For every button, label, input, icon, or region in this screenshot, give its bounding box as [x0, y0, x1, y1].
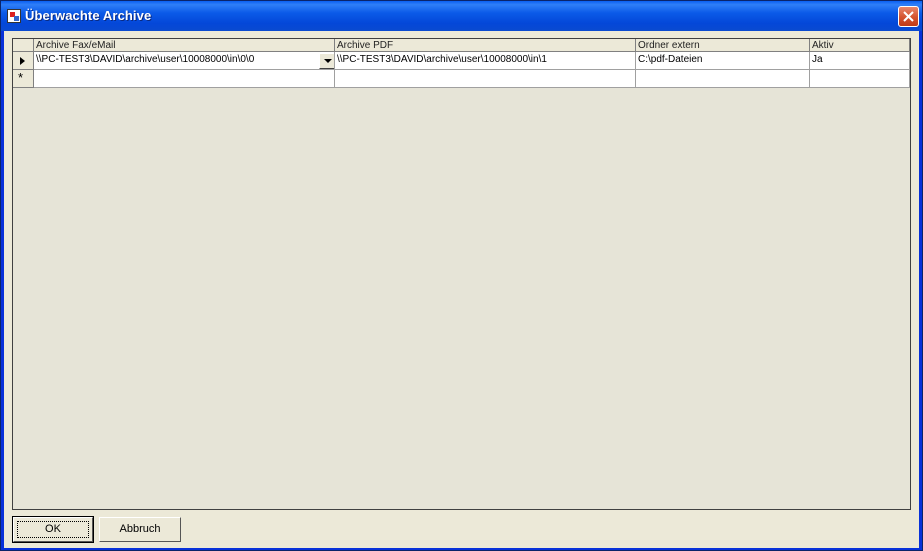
row-header-current[interactable]: [13, 52, 34, 70]
table-cell-ordner-extern[interactable]: C:\pdf-Dateien: [636, 52, 810, 70]
table-cell-aktiv[interactable]: Ja: [810, 52, 910, 70]
chevron-down-icon[interactable]: [319, 53, 334, 69]
focus-rectangle: [17, 521, 89, 538]
archive-grid[interactable]: Archive Fax/eMail Archive PDF Ordner ext…: [12, 38, 911, 510]
app-icon: [7, 9, 21, 23]
ok-button[interactable]: OK: [12, 516, 94, 543]
table-cell-archive-fax-email[interactable]: \\PC-TEST3\DAVID\archive\user\10008000\i…: [34, 52, 335, 70]
new-row-cell-archive-fax-email[interactable]: [34, 70, 335, 88]
dialog-client-area: Archive Fax/eMail Archive PDF Ordner ext…: [4, 31, 919, 548]
close-button[interactable]: [898, 6, 919, 27]
new-row-cell-ordner-extern[interactable]: [636, 70, 810, 88]
grid-corner-header: [13, 39, 34, 52]
cancel-button[interactable]: Abbruch: [99, 517, 181, 542]
new-row-cell-archive-pdf[interactable]: [335, 70, 636, 88]
cancel-button-label: Abbruch: [119, 523, 161, 535]
table-cell-archive-pdf[interactable]: \\PC-TEST3\DAVID\archive\user\10008000\i…: [335, 52, 636, 70]
column-header-aktiv[interactable]: Aktiv: [810, 39, 910, 52]
new-row-cell-aktiv[interactable]: [810, 70, 910, 88]
window-title: Überwachte Archive: [25, 8, 152, 23]
new-row-marker: *: [18, 70, 24, 85]
dialog-window: Überwachte Archive Archive Fax/eMail Arc…: [0, 0, 923, 551]
column-header-archive-fax-email[interactable]: Archive Fax/eMail: [34, 39, 335, 52]
column-header-archive-pdf[interactable]: Archive PDF: [335, 39, 636, 52]
column-header-ordner-extern[interactable]: Ordner extern: [636, 39, 810, 52]
row-pointer-icon: [20, 57, 25, 65]
title-bar[interactable]: Überwachte Archive: [1, 1, 922, 31]
cell-value: \\PC-TEST3\DAVID\archive\user\10008000\i…: [36, 54, 255, 65]
row-header-new[interactable]: *: [13, 70, 34, 88]
close-icon: [903, 11, 914, 22]
